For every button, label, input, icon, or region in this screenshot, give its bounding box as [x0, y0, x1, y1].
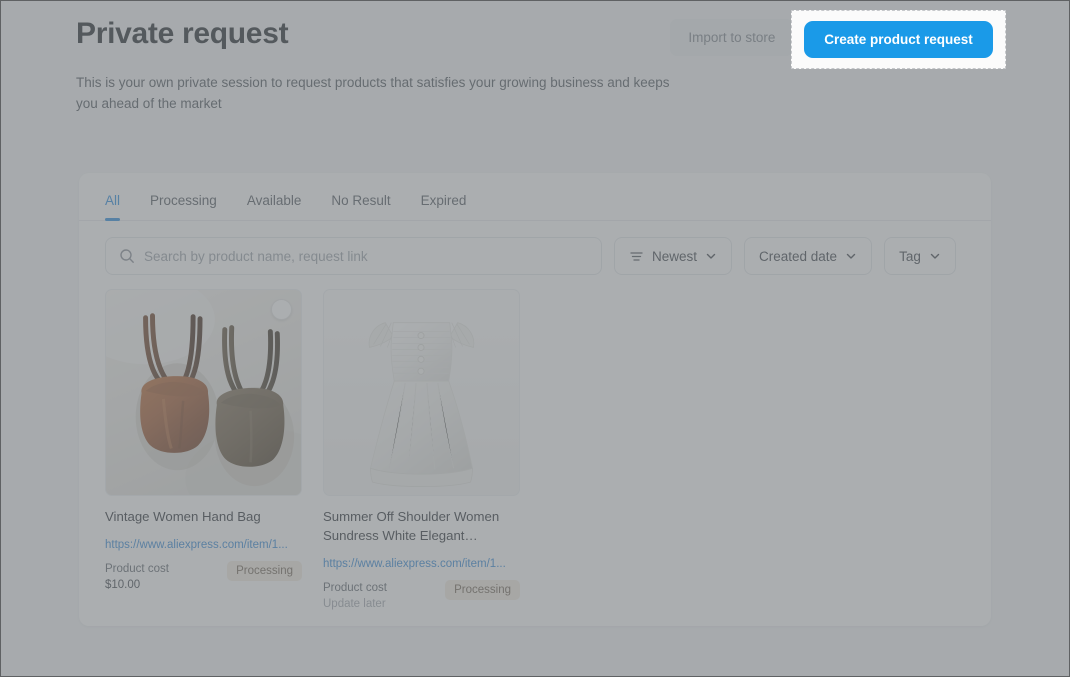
- product-cost-value: Update later: [323, 596, 387, 612]
- product-cost-label: Product cost: [105, 561, 169, 577]
- sort-filter-label: Newest: [652, 249, 697, 264]
- product-footer: Product cost $10.00 Processing: [105, 561, 302, 593]
- filter-toolbar: Newest Created date: [79, 221, 991, 275]
- product-name: Vintage Women Hand Bag: [105, 507, 302, 526]
- screenshot-viewport: Private request Import to store Create p…: [0, 0, 1070, 677]
- product-card[interactable]: Summer Off Shoulder Women Sundress White…: [323, 289, 520, 612]
- product-grid: Vintage Women Hand Bag https://www.aliex…: [79, 275, 991, 612]
- tab-all[interactable]: All: [105, 193, 120, 220]
- product-footer: Product cost Update later Processing: [323, 580, 520, 612]
- search-box[interactable]: [105, 237, 602, 275]
- sort-filter-button[interactable]: Newest: [614, 237, 732, 275]
- product-cost-label: Product cost: [323, 580, 387, 596]
- import-to-store-button[interactable]: Import to store: [670, 19, 793, 56]
- chevron-down-icon: [845, 250, 857, 262]
- private-request-page: Private request Import to store Create p…: [1, 1, 1069, 676]
- product-cost-value: $10.00: [105, 577, 169, 593]
- sort-icon: [629, 249, 644, 264]
- product-card[interactable]: Vintage Women Hand Bag https://www.aliex…: [105, 289, 302, 612]
- highlighted-button-wrapper: Create product request: [791, 10, 1006, 69]
- search-icon: [119, 248, 135, 264]
- product-thumbnail[interactable]: [323, 289, 520, 496]
- page-title: Private request: [76, 15, 288, 53]
- white-sundress-image: [324, 290, 519, 495]
- product-cost: Product cost Update later: [323, 580, 387, 612]
- product-cost: Product cost $10.00: [105, 561, 169, 593]
- create-product-request-button[interactable]: Create product request: [804, 21, 993, 58]
- product-name: Summer Off Shoulder Women Sundress White…: [323, 507, 520, 545]
- tab-processing[interactable]: Processing: [150, 193, 217, 220]
- search-input[interactable]: [144, 249, 588, 264]
- tag-filter-button[interactable]: Tag: [884, 237, 956, 275]
- created-date-filter-button[interactable]: Created date: [744, 237, 872, 275]
- product-thumbnail[interactable]: [105, 289, 302, 496]
- status-badge: Processing: [227, 561, 302, 581]
- requests-panel: All Processing Available No Result Expir…: [79, 173, 991, 626]
- page-subtitle: This is your own private session to requ…: [76, 72, 676, 114]
- created-date-filter-label: Created date: [759, 249, 837, 264]
- two-brown-leather-hobo-bags-image: [106, 290, 301, 495]
- tag-filter-label: Tag: [899, 249, 921, 264]
- status-tabs: All Processing Available No Result Expir…: [79, 173, 991, 221]
- tab-no-result[interactable]: No Result: [331, 193, 390, 220]
- tab-expired[interactable]: Expired: [421, 193, 467, 220]
- product-request-link[interactable]: https://www.aliexpress.com/item/1...: [323, 558, 520, 570]
- chevron-down-icon: [705, 250, 717, 262]
- status-badge: Processing: [445, 580, 520, 600]
- tab-available[interactable]: Available: [247, 193, 302, 220]
- chevron-down-icon: [929, 250, 941, 262]
- select-product-checkbox[interactable]: [271, 299, 292, 320]
- product-request-link[interactable]: https://www.aliexpress.com/item/1...: [105, 539, 302, 551]
